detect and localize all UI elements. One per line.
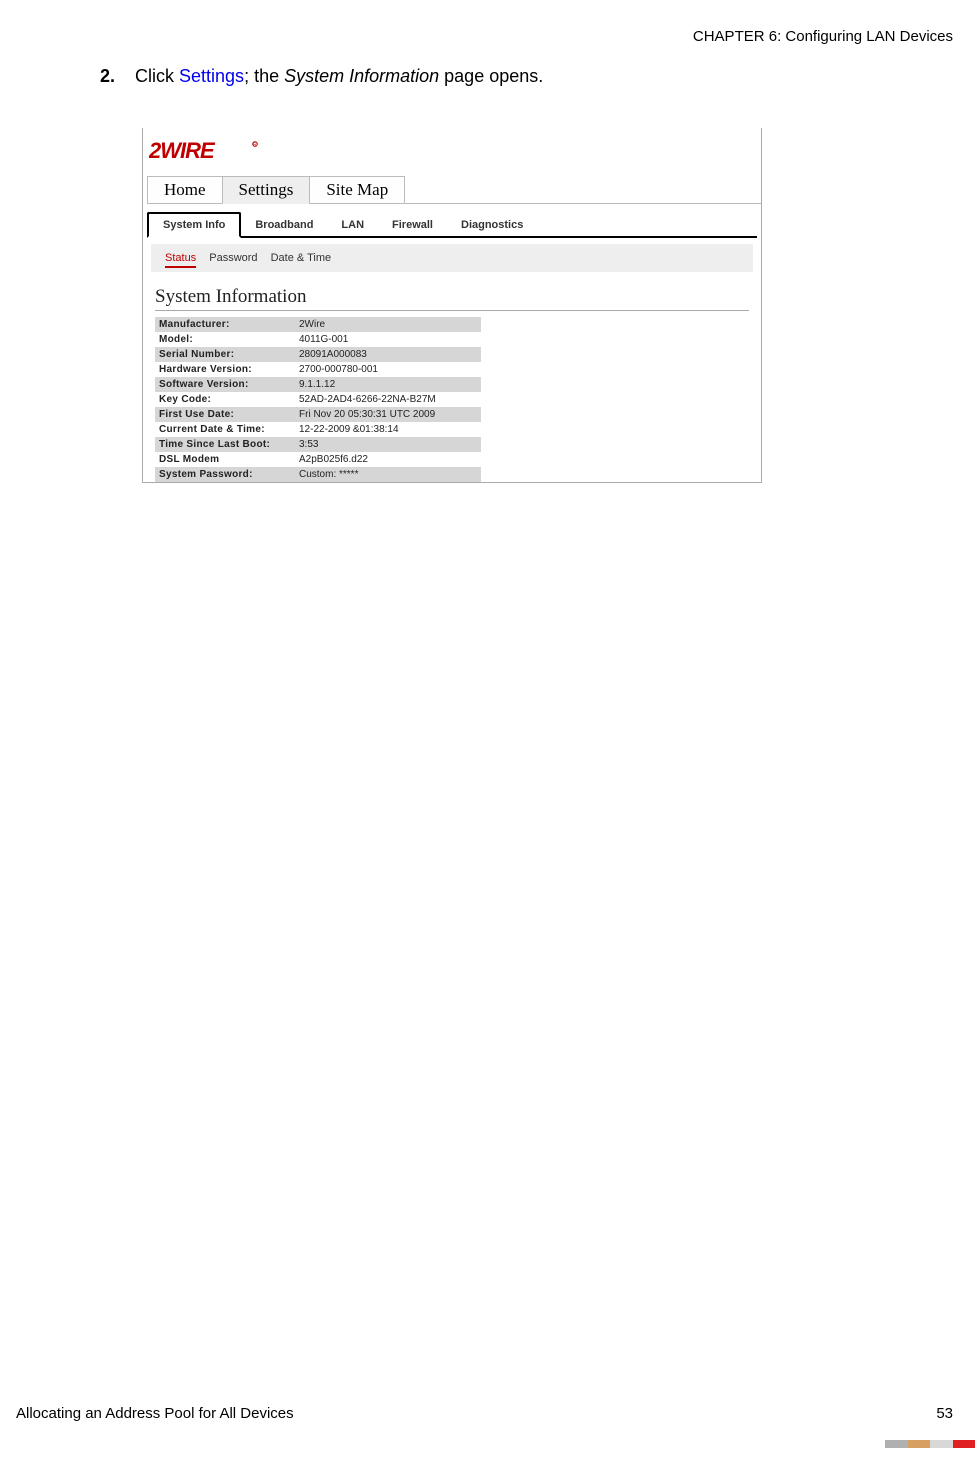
- table-row: Software Version:9.1.1.12: [155, 377, 481, 392]
- subsub-links: Status Password Date & Time: [165, 252, 739, 264]
- table-row: Model:4011G-001: [155, 332, 481, 347]
- tab-settings[interactable]: Settings: [222, 176, 311, 204]
- logo-2wire: 2WIRE R: [149, 136, 761, 164]
- tab-home[interactable]: Home: [147, 176, 223, 204]
- svg-text:R: R: [253, 142, 257, 148]
- tab-sitemap[interactable]: Site Map: [309, 176, 405, 204]
- row-value: 12-22-2009 &01:38:14: [295, 422, 481, 437]
- row-value: 4011G-001: [295, 332, 481, 347]
- system-info-table: Manufacturer:2Wire Model:4011G-001 Seria…: [155, 317, 481, 482]
- subtab-system-info[interactable]: System Info: [147, 212, 241, 238]
- row-value: Fri Nov 20 05:30:31 UTC 2009: [295, 407, 481, 422]
- table-row: Hardware Version:2700-000780-001: [155, 362, 481, 377]
- step-text-mid: ; the: [244, 66, 284, 86]
- table-row: Manufacturer:2Wire: [155, 317, 481, 332]
- footer-color-bars: [885, 1440, 975, 1448]
- step-text-pre: Click: [135, 66, 179, 86]
- table-row: First Use Date:Fri Nov 20 05:30:31 UTC 2…: [155, 407, 481, 422]
- svg-text:2WIRE: 2WIRE: [149, 138, 216, 163]
- row-label: Model:: [155, 332, 295, 347]
- table-row: System Password:Custom: *****: [155, 467, 481, 482]
- subsub-password[interactable]: Password: [209, 252, 257, 264]
- subsub-panel: Status Password Date & Time: [151, 244, 753, 272]
- table-row: Current Date & Time:12-22-2009 &01:38:14: [155, 422, 481, 437]
- row-label: Time Since Last Boot:: [155, 437, 295, 452]
- row-label: First Use Date:: [155, 407, 295, 422]
- subtab-lan[interactable]: LAN: [327, 214, 378, 236]
- instruction-step: 2. Click Settings; the System Informatio…: [100, 66, 543, 87]
- step-link-settings: Settings: [179, 66, 244, 86]
- subtab-broadband[interactable]: Broadband: [241, 214, 327, 236]
- router-ui-screenshot: 2WIRE R Home Settings Site Map System In…: [142, 128, 762, 483]
- row-label: Hardware Version:: [155, 362, 295, 377]
- step-number: 2.: [100, 66, 130, 87]
- subtab-firewall[interactable]: Firewall: [378, 214, 447, 236]
- row-label: Manufacturer:: [155, 317, 295, 332]
- table-row: Serial Number:28091A000083: [155, 347, 481, 362]
- section-title: System Information: [155, 286, 749, 311]
- row-label: Key Code:: [155, 392, 295, 407]
- row-value: 9.1.1.12: [295, 377, 481, 392]
- row-value: 2Wire: [295, 317, 481, 332]
- page-number: 53: [936, 1405, 953, 1422]
- chapter-header: CHAPTER 6: Configuring LAN Devices: [693, 28, 953, 45]
- table-row: Time Since Last Boot:3:53: [155, 437, 481, 452]
- footer-section-title: Allocating an Address Pool for All Devic…: [16, 1405, 294, 1422]
- sub-tab-bar: System Info Broadband LAN Firewall Diagn…: [147, 212, 757, 238]
- subtab-diagnostics[interactable]: Diagnostics: [447, 214, 537, 236]
- row-label: System Password:: [155, 467, 295, 482]
- subsub-status[interactable]: Status: [165, 252, 196, 268]
- row-value: 28091A000083: [295, 347, 481, 362]
- row-label: DSL Modem: [155, 452, 295, 467]
- subsub-datetime[interactable]: Date & Time: [271, 252, 332, 264]
- row-value: A2pB025f6.d22: [295, 452, 481, 467]
- row-value: Custom: *****: [295, 467, 481, 482]
- row-label: Serial Number:: [155, 347, 295, 362]
- step-text-post: page opens.: [439, 66, 543, 86]
- row-value: 3:53: [295, 437, 481, 452]
- row-label: Current Date & Time:: [155, 422, 295, 437]
- table-row: Key Code:52AD-2AD4-6266-22NA-B27M: [155, 392, 481, 407]
- row-value: 2700-000780-001: [295, 362, 481, 377]
- table-row: DSL ModemA2pB025f6.d22: [155, 452, 481, 467]
- row-value: 52AD-2AD4-6266-22NA-B27M: [295, 392, 481, 407]
- row-label: Software Version:: [155, 377, 295, 392]
- top-tab-bar: Home Settings Site Map: [147, 176, 761, 204]
- step-text-italic: System Information: [284, 66, 439, 86]
